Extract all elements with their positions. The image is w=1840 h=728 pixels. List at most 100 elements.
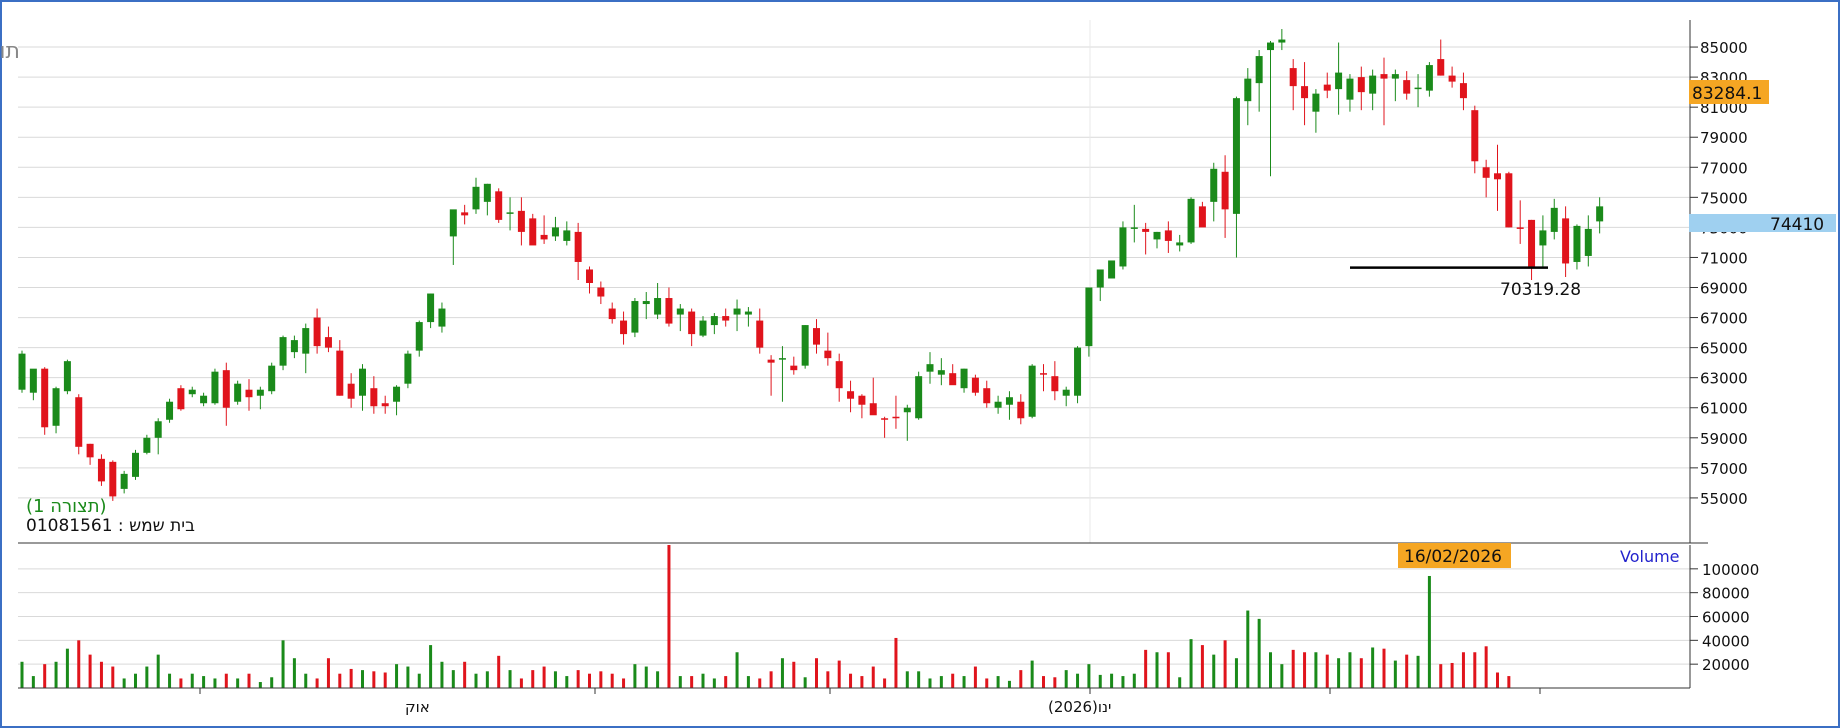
- volume-bar: [213, 678, 217, 688]
- volume-bar: [372, 671, 376, 688]
- candle-body: [903, 407, 911, 413]
- candle-body: [188, 389, 196, 395]
- volume-bar: [837, 660, 841, 688]
- candle-body: [1357, 77, 1365, 93]
- candle-body: [688, 311, 696, 335]
- volume-bar: [1269, 652, 1272, 688]
- candle-body: [1312, 93, 1320, 112]
- volume-bar: [519, 678, 523, 688]
- volume-bar: [1257, 618, 1261, 688]
- volume-bar: [1393, 660, 1397, 688]
- candle-body: [1505, 173, 1513, 228]
- candle-body: [1062, 389, 1070, 396]
- volume-bar: [610, 673, 614, 688]
- candle-body: [1562, 218, 1570, 264]
- candle-body: [756, 320, 764, 348]
- y-tick-label: 85000: [1700, 39, 1748, 57]
- volume-bar: [1076, 673, 1080, 688]
- volume-bar: [644, 666, 648, 688]
- y-tick-label: 79000: [1700, 129, 1748, 147]
- volume-bar: [1325, 654, 1329, 688]
- candle-body: [1573, 225, 1581, 262]
- candle-body: [631, 301, 639, 333]
- candle-body: [915, 376, 923, 419]
- volume-bar: [1246, 610, 1250, 688]
- candle-body: [722, 316, 730, 321]
- volume-bar: [43, 664, 47, 688]
- candle-body: [1085, 287, 1093, 347]
- candle-body: [279, 337, 287, 366]
- volume-bar: [780, 658, 784, 688]
- volume-bar: [304, 673, 308, 688]
- candle-body: [63, 361, 71, 392]
- volume-bar: [1064, 670, 1068, 688]
- candle-body: [1017, 401, 1025, 419]
- volume-bar: [678, 676, 682, 688]
- volume-bar: [326, 658, 330, 688]
- candle-body: [120, 473, 128, 489]
- volume-bar: [905, 671, 909, 688]
- volume-tick-label: 80000: [1702, 585, 1750, 603]
- volume-bar: [1087, 664, 1091, 688]
- y-tick-label: 65000: [1700, 340, 1748, 358]
- candle-body: [438, 308, 446, 327]
- volume-bar: [395, 664, 399, 688]
- candle-body: [370, 388, 378, 407]
- candle-body: [1108, 260, 1116, 279]
- volume-bar: [1291, 649, 1295, 688]
- candle-body: [1369, 75, 1377, 94]
- candle-body: [597, 287, 605, 297]
- volume-bar: [871, 666, 875, 688]
- candle-body: [949, 373, 957, 386]
- volume-bar: [1348, 652, 1352, 688]
- candle-body: [472, 186, 480, 210]
- candle-body: [1187, 198, 1195, 243]
- candle-body: [983, 388, 991, 404]
- candle-body: [813, 328, 820, 345]
- volume-bar: [417, 673, 421, 688]
- candle-body: [302, 328, 310, 354]
- volume-bar: [1382, 648, 1386, 688]
- candle-body: [733, 308, 741, 315]
- candle-body: [676, 308, 684, 315]
- candle-body: [1323, 84, 1331, 91]
- volume-bar: [531, 670, 535, 688]
- volume-bar: [792, 661, 796, 688]
- volume-bar: [1030, 660, 1034, 688]
- volume-bar: [508, 670, 512, 688]
- candle-body: [1278, 39, 1286, 43]
- y-tick-label: 67000: [1700, 310, 1748, 328]
- x-label-jan: ינו(2026): [1048, 698, 1111, 716]
- candle-body: [41, 368, 49, 428]
- candle-body: [1448, 75, 1456, 82]
- volume-bar: [1053, 677, 1057, 688]
- volume-bar: [758, 678, 762, 688]
- candle-body: [506, 212, 514, 214]
- candle-body: [381, 403, 389, 407]
- candle-body: [359, 368, 366, 396]
- volume-bar: [588, 673, 591, 688]
- volume-bar: [145, 666, 149, 688]
- volume-bar: [429, 645, 433, 688]
- candle-body: [835, 361, 843, 389]
- y-tick-label: 75000: [1700, 189, 1748, 207]
- volume-bar: [826, 671, 830, 688]
- candle-body: [132, 452, 139, 477]
- price-chart[interactable]: 55000 57000 59000 61000 63000 65000 67000 69000…: [0, 0, 1840, 728]
- candle-body: [926, 364, 934, 372]
- candle-body: [1437, 59, 1445, 76]
- candle-body: [75, 397, 83, 447]
- volume-label: Volume: [1620, 547, 1680, 566]
- candle-body: [234, 383, 242, 402]
- x-label-oct: אוק: [405, 698, 430, 716]
- candle-body: [1153, 231, 1161, 240]
- candle-body: [778, 358, 786, 360]
- candle-body: [1539, 230, 1547, 246]
- candle-body: [1289, 68, 1297, 87]
- volume-bar: [1496, 672, 1499, 688]
- candle-body: [1516, 227, 1524, 229]
- volume-bar: [1212, 654, 1216, 688]
- volume-bar: [383, 672, 387, 688]
- candle-body: [1267, 42, 1274, 51]
- candle-body: [256, 389, 264, 396]
